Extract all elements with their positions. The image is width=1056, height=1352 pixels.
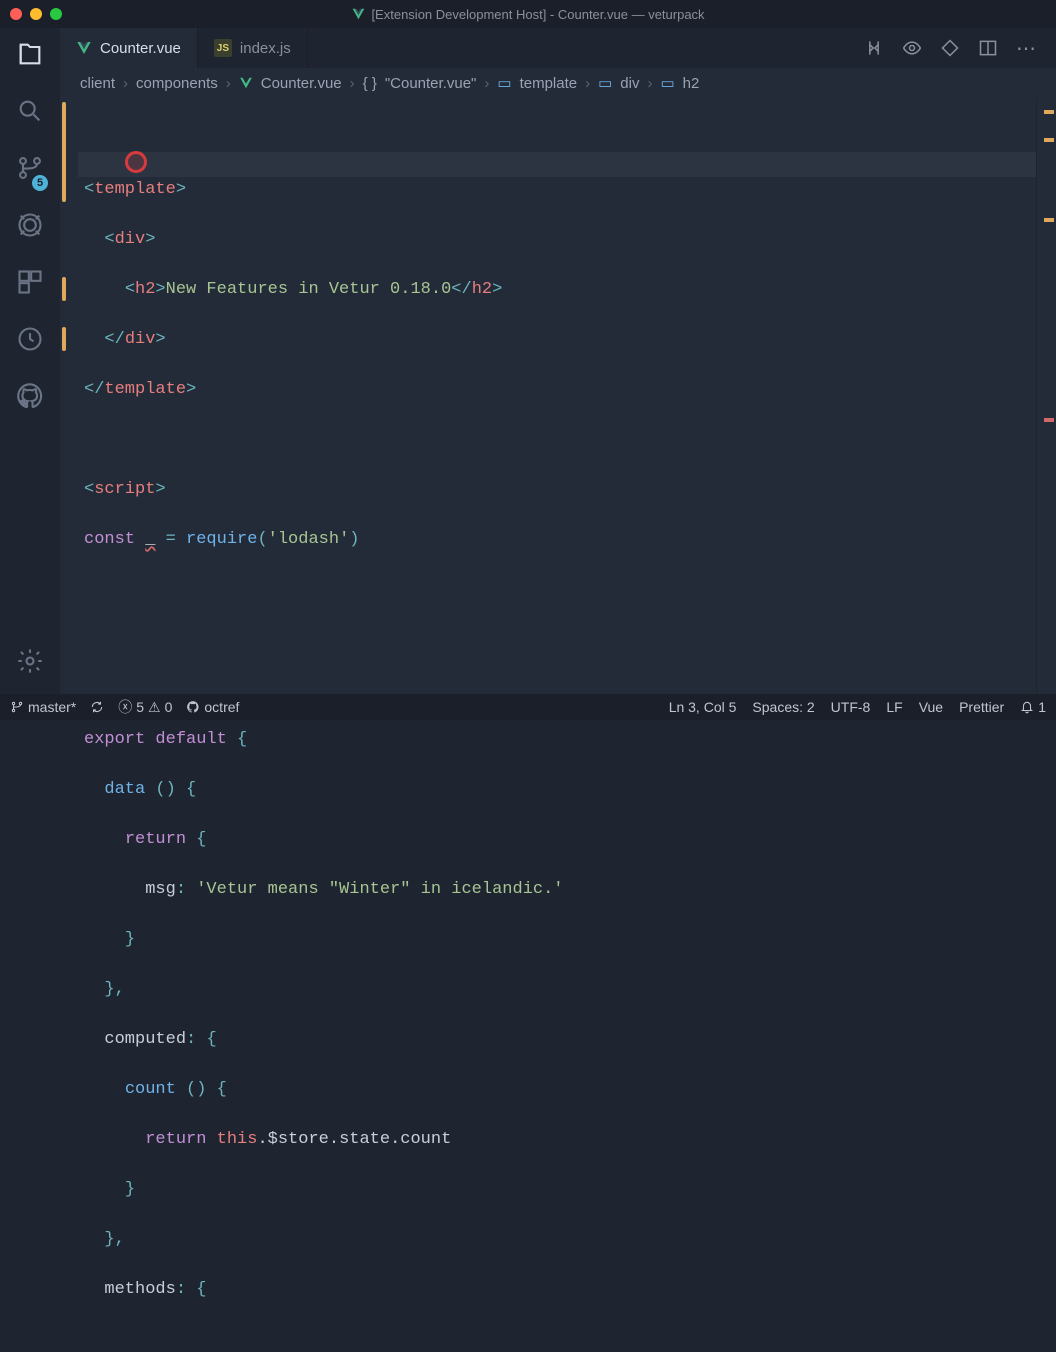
tag-icon: ▭ — [598, 74, 612, 92]
chevron-right-icon: › — [123, 75, 128, 92]
gutter — [60, 98, 78, 694]
scm-badge: 5 — [32, 175, 48, 191]
search-button[interactable] — [16, 97, 44, 130]
crumb-h2[interactable]: h2 — [683, 75, 700, 92]
diamond-icon[interactable] — [940, 38, 960, 58]
search-icon — [16, 97, 44, 125]
notification-count: 1 — [1038, 699, 1046, 715]
tab-index-js[interactable]: JS index.js — [198, 28, 308, 68]
extensions-icon — [16, 268, 44, 296]
window-controls — [10, 8, 62, 20]
main-area: 5 Counter.vue JS index.js — [0, 28, 1056, 694]
vue-icon — [351, 7, 365, 21]
split-editor-icon[interactable] — [978, 38, 998, 58]
maximize-window-button[interactable] — [50, 8, 62, 20]
crumb-client[interactable]: client — [80, 75, 115, 92]
editor-actions: ⋯ — [864, 28, 1056, 68]
crumb-template[interactable]: template — [520, 75, 578, 92]
braces-icon: { } — [363, 75, 377, 92]
activity-bar: 5 — [0, 28, 60, 694]
chevron-right-icon: › — [585, 75, 590, 92]
window-title: [Extension Development Host] - Counter.v… — [351, 7, 704, 22]
chevron-right-icon: › — [226, 75, 231, 92]
source-control-button[interactable]: 5 — [16, 154, 44, 187]
chevron-right-icon: › — [350, 75, 355, 92]
breadcrumbs[interactable]: client › components › Counter.vue › { } … — [60, 68, 1056, 98]
crumb-file[interactable]: Counter.vue — [261, 75, 342, 92]
tab-label: Counter.vue — [100, 40, 181, 57]
minimize-window-button[interactable] — [30, 8, 42, 20]
window-title-text: [Extension Development Host] - Counter.v… — [371, 7, 704, 22]
titlebar: [Extension Development Host] - Counter.v… — [0, 0, 1056, 28]
vue-icon — [239, 76, 253, 90]
chevron-right-icon: › — [484, 75, 489, 92]
code-area[interactable]: <template> <div> <h2>New Features in Vet… — [78, 98, 1036, 694]
gear-icon — [16, 647, 44, 675]
compare-icon[interactable] — [864, 38, 884, 58]
minimap[interactable] — [1036, 98, 1056, 694]
js-icon: JS — [214, 39, 232, 57]
bug-icon — [16, 211, 44, 239]
tag-icon: ▭ — [660, 74, 674, 92]
crumb-components[interactable]: components — [136, 75, 218, 92]
chevron-right-icon: › — [647, 75, 652, 92]
close-window-button[interactable] — [10, 8, 22, 20]
crumb-symbol[interactable]: "Counter.vue" — [385, 75, 477, 92]
extensions-button[interactable] — [16, 268, 44, 301]
preview-icon[interactable] — [902, 38, 922, 58]
vue-icon — [76, 40, 92, 56]
git-branch-status[interactable]: master* — [10, 699, 76, 715]
github-button[interactable] — [16, 382, 44, 415]
tab-counter-vue[interactable]: Counter.vue — [60, 28, 198, 68]
history-icon — [16, 325, 44, 353]
git-branch-icon — [10, 700, 24, 714]
settings-button[interactable] — [16, 647, 44, 680]
open-editors-tabs: Counter.vue JS index.js ⋯ — [60, 28, 1056, 68]
tag-icon: ▭ — [497, 74, 511, 92]
explorer-button[interactable] — [16, 40, 44, 73]
crumb-div[interactable]: div — [620, 75, 639, 92]
tab-label: index.js — [240, 40, 291, 57]
editor-region: Counter.vue JS index.js ⋯ client › compo… — [60, 28, 1056, 694]
branch-name: master* — [28, 699, 76, 715]
more-actions-icon[interactable]: ⋯ — [1016, 36, 1038, 61]
code-editor[interactable]: <template> <div> <h2>New Features in Vet… — [60, 98, 1056, 694]
debug-button[interactable] — [16, 211, 44, 244]
gitlens-button[interactable] — [16, 325, 44, 358]
github-icon — [16, 382, 44, 410]
